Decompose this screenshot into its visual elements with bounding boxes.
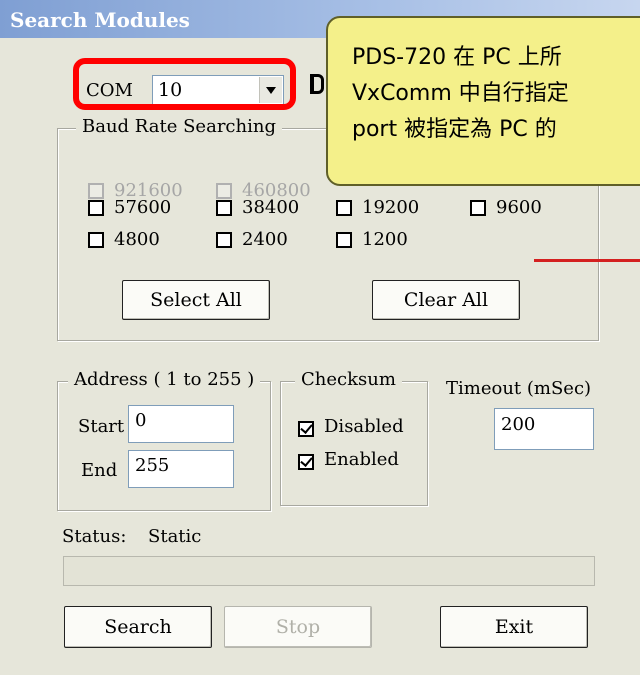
checksum-enabled-checkbox[interactable] <box>298 454 314 470</box>
checksum-disabled-checkbox[interactable] <box>298 421 314 437</box>
status-progress-bar <box>63 556 595 586</box>
start-label: Start <box>78 416 125 437</box>
stop-button[interactable]: Stop <box>224 606 372 648</box>
select-all-button[interactable]: Select All <box>122 280 270 320</box>
annotation-pointer-line <box>534 259 640 262</box>
baud-9600-checkbox[interactable] <box>470 200 486 216</box>
start-address-input[interactable]: 0 <box>128 405 234 443</box>
exit-button[interactable]: Exit <box>440 606 588 648</box>
timeout-label: Timeout (mSec) <box>446 378 592 399</box>
callout-line-2: VxComm 中自行指定 <box>352 81 569 106</box>
baud-2400-label: 2400 <box>242 229 288 250</box>
address-legend: Address ( 1 to 255 ) <box>68 369 261 390</box>
baud-57600-checkbox[interactable] <box>88 200 104 216</box>
baud-1200-label: 1200 <box>362 229 408 250</box>
callout-line-3: port 被指定為 PC 的 <box>352 117 557 142</box>
callout-text: PDS-720 在 PC 上所 VxComm 中自行指定 port 被指定為 P… <box>352 40 569 148</box>
baud-9600-label: 9600 <box>496 197 542 218</box>
search-modules-window: Search Modules COM 10 Baud Rate Searchin… <box>0 0 640 675</box>
com-highlight-box <box>73 58 296 110</box>
partial-label-glyph <box>310 74 324 94</box>
end-address-input[interactable]: 255 <box>128 450 234 488</box>
status-value: Static <box>148 526 202 547</box>
baud-19200-checkbox[interactable] <box>336 200 352 216</box>
baud-19200-label: 19200 <box>362 197 420 218</box>
baud-38400-checkbox[interactable] <box>216 200 232 216</box>
checksum-disabled-label: Disabled <box>324 416 404 437</box>
baud-1200-checkbox[interactable] <box>336 232 352 248</box>
annotation-callout: PDS-720 在 PC 上所 VxComm 中自行指定 port 被指定為 P… <box>326 16 640 186</box>
baud-460800-checkbox <box>216 183 232 199</box>
end-label: End <box>81 460 118 481</box>
status-label: Status: <box>62 526 127 547</box>
clear-all-button[interactable]: Clear All <box>372 280 520 320</box>
baud-4800-label: 4800 <box>114 229 160 250</box>
baud-921600-checkbox <box>88 183 104 199</box>
baud-57600-label: 57600 <box>114 197 172 218</box>
checksum-group: Checksum <box>280 369 428 506</box>
baud-4800-checkbox[interactable] <box>88 232 104 248</box>
baud-38400-label: 38400 <box>242 197 300 218</box>
address-group: Address ( 1 to 255 ) <box>57 369 271 511</box>
checksum-legend: Checksum <box>295 369 402 390</box>
checksum-enabled-label: Enabled <box>324 449 399 470</box>
baud-rate-legend: Baud Rate Searching <box>76 116 282 137</box>
window-title: Search Modules <box>10 8 190 32</box>
callout-line-1: PDS-720 在 PC 上所 <box>352 45 562 70</box>
baud-2400-checkbox[interactable] <box>216 232 232 248</box>
timeout-input[interactable]: 200 <box>494 408 594 450</box>
search-button[interactable]: Search <box>64 606 212 648</box>
